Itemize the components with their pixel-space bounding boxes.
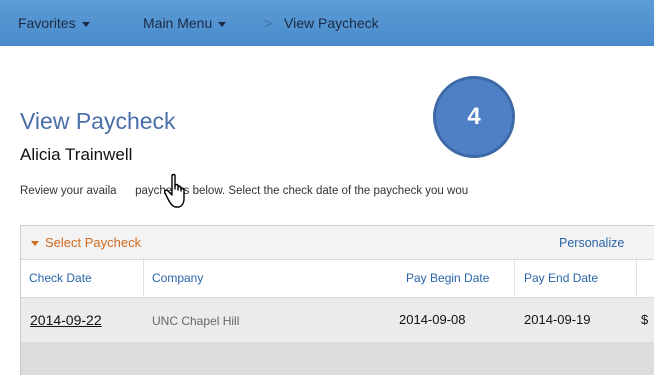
column-divider — [514, 260, 515, 296]
step-number-badge: 4 — [433, 76, 515, 158]
empty-table-row — [21, 342, 654, 375]
column-divider — [636, 260, 637, 296]
hand-pointer-icon — [164, 173, 185, 208]
grid-header: Select Paycheck Personalize — [21, 226, 654, 260]
favorites-menu[interactable]: Favorites — [18, 15, 90, 31]
personalize-link[interactable]: Personalize — [559, 236, 624, 250]
top-navigation-bar: Favorites Main Menu > View Paycheck — [0, 0, 654, 46]
page-title: View Paycheck — [20, 108, 176, 134]
view-paycheck-page: Favorites Main Menu > View Paycheck 4 Vi… — [0, 0, 654, 375]
instructions-text: Review your available paychecks below. S… — [20, 185, 654, 197]
column-header-company[interactable]: Company — [152, 271, 203, 285]
grid-collapse-toggle[interactable]: Select Paycheck — [31, 235, 141, 250]
triangle-down-icon — [31, 241, 39, 247]
column-header-pay-end-date[interactable]: Pay End Date — [524, 271, 598, 285]
column-header-check-date[interactable]: Check Date — [29, 271, 92, 285]
grid-title: Select Paycheck — [45, 235, 142, 250]
instructions-text-start: Review your availa — [20, 185, 117, 197]
main-menu-label: Main Menu — [143, 15, 213, 31]
chevron-down-icon — [218, 21, 227, 27]
paycheck-grid: Select Paycheck Personalize Check Date C… — [20, 225, 654, 375]
breadcrumb-current-page[interactable]: View Paycheck — [284, 15, 379, 31]
column-header-pay-begin-date[interactable]: Pay Begin Date — [406, 271, 489, 285]
favorites-label: Favorites — [18, 15, 76, 31]
column-divider — [143, 260, 144, 296]
pay-end-date-cell: 2014-09-19 — [524, 312, 591, 327]
table-row: 2014-09-22 UNC Chapel Hill 2014-09-08 20… — [21, 297, 654, 342]
main-menu[interactable]: Main Menu — [143, 15, 227, 31]
employee-name: Alicia Trainwell — [20, 145, 133, 164]
breadcrumb-separator-icon: > — [264, 15, 273, 31]
column-header-row: Check Date Company Pay Begin Date Pay En… — [21, 260, 654, 296]
chevron-down-icon — [81, 21, 90, 27]
company-cell: UNC Chapel Hill — [152, 314, 240, 328]
check-date-link[interactable]: 2014-09-22 — [30, 312, 102, 328]
amount-cell: $ — [641, 312, 649, 327]
pay-begin-date-cell: 2014-09-08 — [399, 312, 466, 327]
